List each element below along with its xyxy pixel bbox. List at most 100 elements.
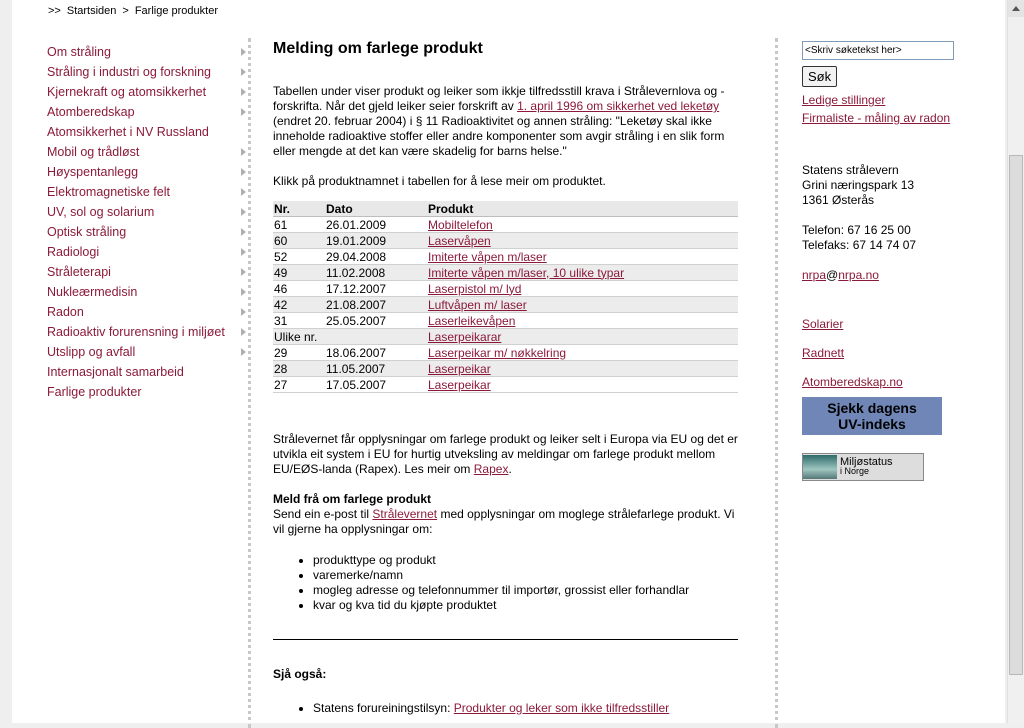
- chevron-right-icon: [241, 248, 246, 256]
- sidebar-item[interactable]: Høyspentanlegg: [47, 162, 252, 182]
- right-sidebar: Søk Ledige stillinger Firmaliste - målin…: [802, 41, 1002, 481]
- breadcrumb-current: Farlige produkter: [134, 5, 218, 17]
- chevron-right-icon: [241, 88, 246, 96]
- sidebar-item-label: Internasjonalt samarbeid: [47, 365, 184, 379]
- sidebar-item-label: Kjernekraft og atomsikkerhet: [47, 85, 207, 99]
- table-cell-nr: 31: [273, 312, 325, 329]
- table-cell-product: Laservåpen: [427, 232, 738, 249]
- table-row: 28 11.05.2007 Laserpeikar: [273, 360, 738, 377]
- chevron-right-icon: [241, 188, 246, 196]
- email: nrpa@nrpa.no: [802, 268, 879, 282]
- product-link[interactable]: Laserpistol m/ lyd: [428, 282, 521, 296]
- atomberedskap-link[interactable]: Atomberedskap.no: [802, 375, 1002, 389]
- table-cell-date: 17.05.2007: [325, 376, 427, 393]
- sidebar-item[interactable]: Radiologi: [47, 242, 252, 262]
- uv-index-banner[interactable]: Sjekk dagens UV-indeks: [802, 397, 942, 435]
- sft-link[interactable]: Produkter og leker som ikke tilfredsstil…: [454, 701, 669, 715]
- product-link[interactable]: Imiterte våpen m/laser: [428, 250, 547, 264]
- email-user-link[interactable]: nrpa: [802, 268, 826, 282]
- table-row: 60 19.01.2009 Laservåpen: [273, 232, 738, 249]
- chevron-right-icon: [241, 68, 246, 76]
- table-row: 61 26.01.2009 Mobiltelefon: [273, 216, 738, 233]
- org-name: Statens strålevern: [802, 163, 899, 177]
- solarier-link[interactable]: Solarier: [802, 317, 1002, 331]
- sidebar-item[interactable]: UV, sol og solarium: [47, 202, 252, 222]
- product-link[interactable]: Laserleikevåpen: [428, 314, 515, 328]
- sidebar-item[interactable]: Nukleærmedisin: [47, 282, 252, 302]
- sidebar-item[interactable]: Radon: [47, 302, 252, 322]
- sidebar-item-label: Om stråling: [47, 45, 111, 59]
- radon-list-link[interactable]: Firmaliste - måling av radon: [802, 111, 1002, 125]
- products-table: Nr. Dato Produkt 61 26.01.2009 Mobiltelefo…: [273, 201, 738, 393]
- left-navigation: Om stråling Stråling i industri og forskn…: [47, 42, 252, 402]
- product-link[interactable]: Laservåpen: [428, 234, 491, 248]
- vertical-scrollbar[interactable]: [1007, 0, 1024, 723]
- breadcrumb-sep: >>: [48, 5, 61, 17]
- table-cell-product: Imiterte våpen m/laser: [427, 248, 738, 265]
- table-cell-nr: Ulike nr.: [273, 328, 325, 345]
- sidebar-item[interactable]: Atomsikkerhet i NV Russland: [47, 122, 252, 142]
- sidebar-item[interactable]: Farlige produkter: [47, 382, 252, 402]
- see-also-heading: Sjå også:: [273, 667, 327, 681]
- product-link[interactable]: Luftvåpen m/ laser: [428, 298, 527, 312]
- table-row: 31 25.05.2007 Laserleikevåpen: [273, 312, 738, 329]
- sidebar-item[interactable]: Optisk stråling: [47, 222, 252, 242]
- product-link[interactable]: Laserpeikar: [428, 378, 491, 392]
- sidebar-item[interactable]: Radioaktiv forurensning i miljøet: [47, 322, 252, 342]
- table-row: 46 17.12.2007 Laserpistol m/ lyd: [273, 280, 738, 297]
- table-cell-product: Laserpeikarar: [427, 328, 738, 345]
- product-link[interactable]: Mobiltelefon: [428, 218, 493, 232]
- see-also-list: Statens forureiningstilsyn: Produkter og…: [273, 701, 743, 716]
- sidebar-item[interactable]: Stråling i industri og forskning: [47, 62, 252, 82]
- sidebar-item[interactable]: Internasjonalt samarbeid: [47, 362, 252, 382]
- jobs-link[interactable]: Ledige stillinger: [802, 93, 1002, 107]
- chevron-right-icon: [241, 208, 246, 216]
- chevron-right-icon: [241, 288, 246, 296]
- scroll-up-arrow-icon[interactable]: [1008, 0, 1024, 17]
- chevron-right-icon: [241, 348, 246, 356]
- table-row: 52 29.04.2008 Imiterte våpen m/laser: [273, 248, 738, 265]
- sidebar-item[interactable]: Stråleterapi: [47, 262, 252, 282]
- chevron-right-icon: [241, 48, 246, 56]
- regulation-link[interactable]: 1. april 1996 om sikkerhet ved leketøy: [517, 99, 719, 113]
- table-cell-product: Laserpeikar: [427, 376, 738, 393]
- search-input[interactable]: [802, 41, 954, 60]
- rapex-link[interactable]: Rapex: [474, 462, 509, 476]
- table-cell-product: Luftvåpen m/ laser: [427, 296, 738, 313]
- product-link[interactable]: Laserpeikar m/ nøkkelring: [428, 346, 566, 360]
- report-paragraph: Send ein e-post til Strålevernet med opp…: [273, 507, 735, 536]
- table-cell-date: 26.01.2009: [325, 216, 427, 233]
- table-row: 27 17.05.2007 Laserpeikar: [273, 376, 738, 393]
- chevron-right-icon: [241, 108, 246, 116]
- radnett-link[interactable]: Radnett: [802, 346, 1002, 360]
- sidebar-item-label: Radiologi: [47, 245, 100, 259]
- chevron-right-icon: [241, 148, 246, 156]
- sidebar-item[interactable]: Mobil og trådløst: [47, 142, 252, 162]
- column-header-product: Produkt: [427, 201, 738, 217]
- email-domain-link[interactable]: nrpa.no: [838, 268, 879, 282]
- list-item: varemerke/namn: [313, 568, 743, 583]
- column-header-date: Dato: [325, 201, 427, 217]
- sidebar-item[interactable]: Elektromagnetiske felt: [47, 182, 252, 202]
- sidebar-item[interactable]: Atomberedskap: [47, 102, 252, 122]
- sidebar-item[interactable]: Utslipp og avfall: [47, 342, 252, 362]
- list-item: produkttype og produkt: [313, 553, 743, 568]
- product-link[interactable]: Laserpeikar: [428, 362, 491, 376]
- sidebar-item-label: Høyspentanlegg: [47, 165, 139, 179]
- sidebar-item-label: Nukleærmedisin: [47, 285, 138, 299]
- table-cell-date: [325, 328, 427, 345]
- scrollbar-thumb[interactable]: [1009, 155, 1023, 675]
- miljostatus-banner[interactable]: Miljøstatus i Norge: [802, 453, 924, 481]
- table-cell-date: 11.05.2007: [325, 360, 427, 377]
- sidebar-item[interactable]: Om stråling: [47, 42, 252, 62]
- table-row: 42 21.08.2007 Luftvåpen m/ laser: [273, 296, 738, 313]
- sidebar-item[interactable]: Kjernekraft og atomsikkerhet: [47, 82, 252, 102]
- sidebar-item-label: Optisk stråling: [47, 225, 127, 239]
- sidebar-item-label: Radon: [47, 305, 84, 319]
- search-button[interactable]: Søk: [802, 66, 838, 87]
- product-link[interactable]: Imiterte våpen m/laser, 10 ulike typar: [428, 266, 624, 280]
- product-link[interactable]: Laserpeikarar: [428, 330, 501, 344]
- stralevernet-email-link[interactable]: Strålevernet: [372, 507, 437, 521]
- breadcrumb-home[interactable]: Startsiden: [67, 5, 117, 17]
- table-cell-product: Mobiltelefon: [427, 216, 738, 233]
